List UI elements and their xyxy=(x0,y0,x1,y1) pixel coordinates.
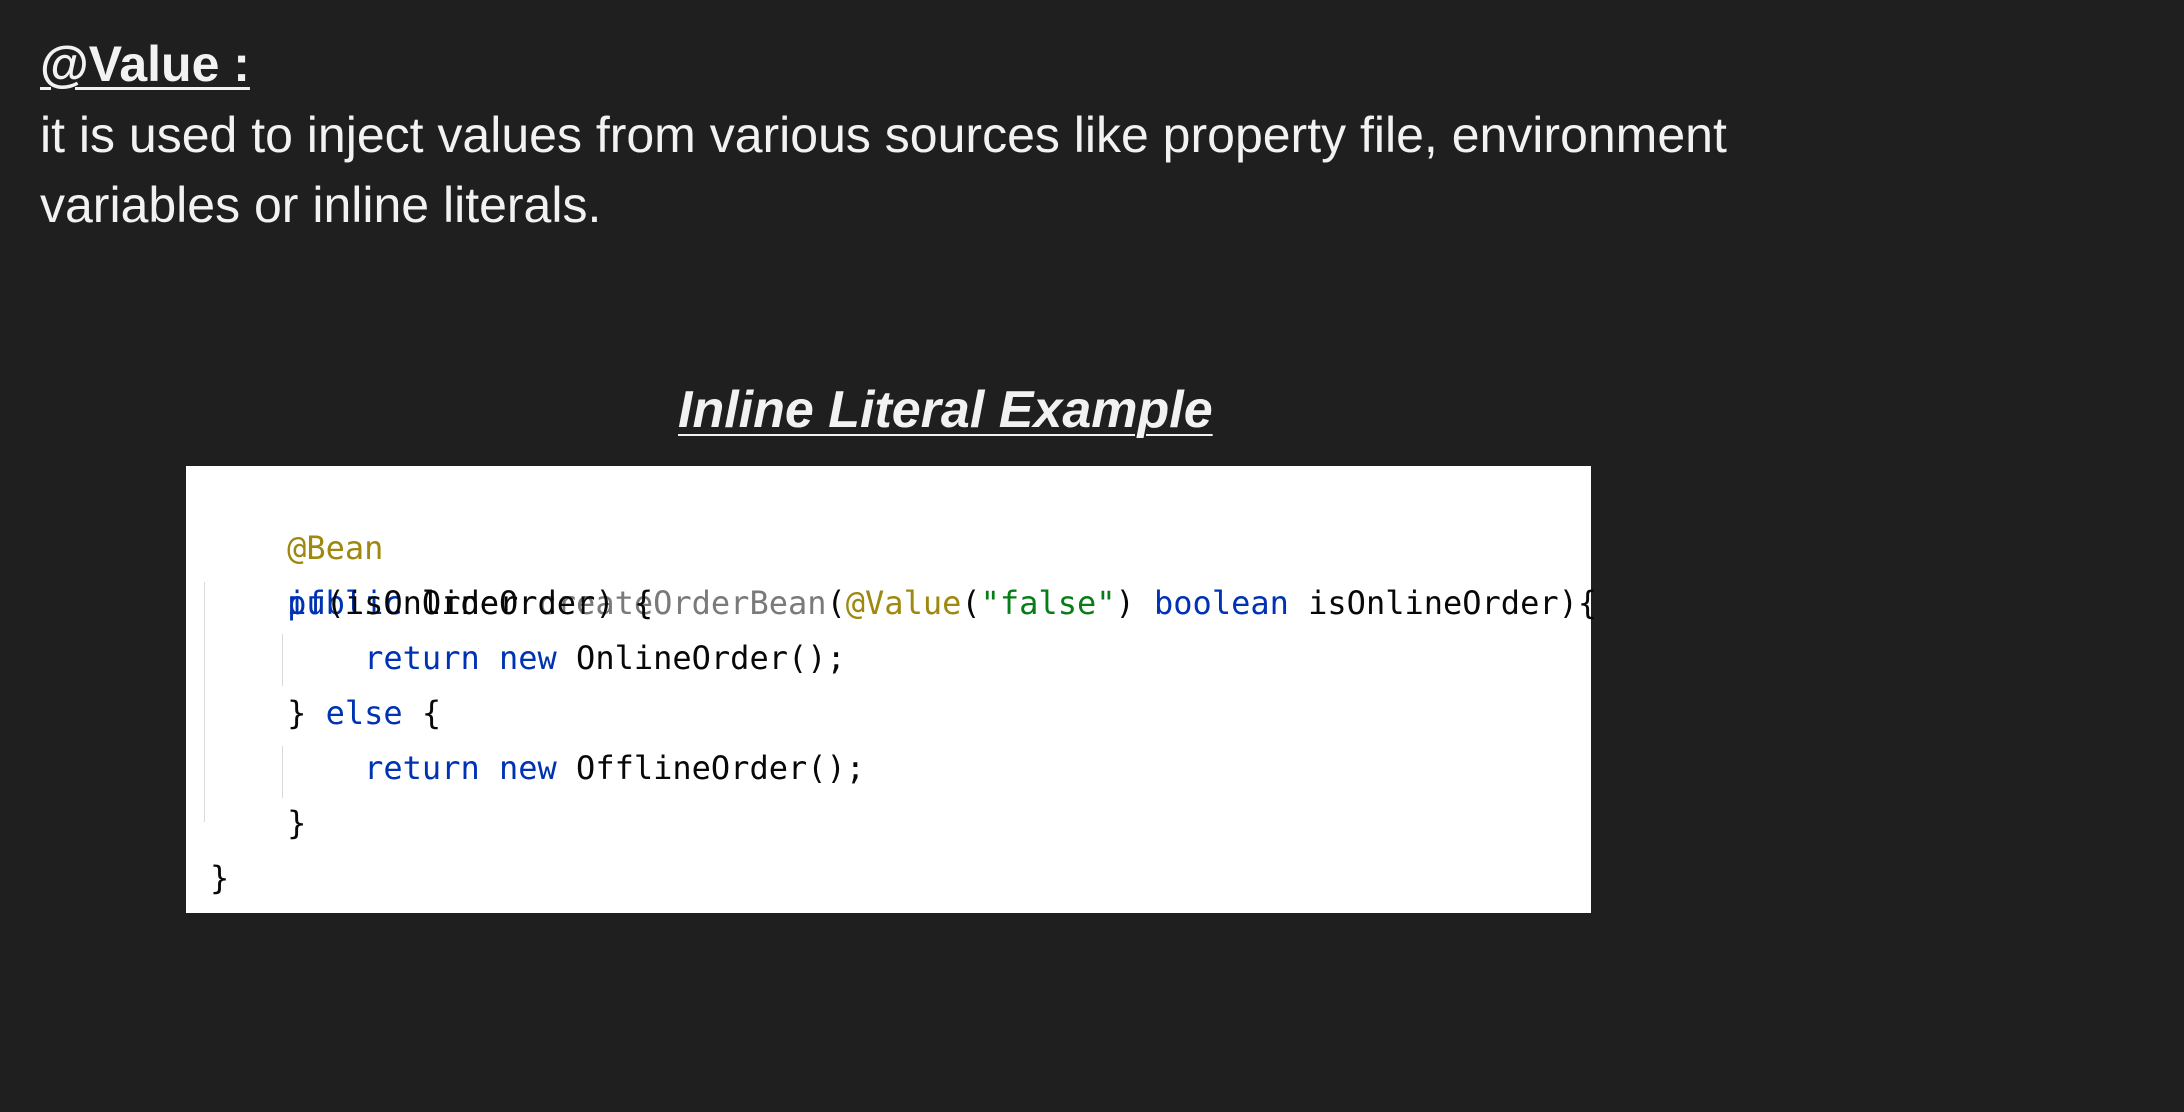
indent-guide-outer xyxy=(204,582,205,822)
code-annotation-value: @Value xyxy=(845,584,962,622)
code-else-brace: { xyxy=(402,694,442,732)
example-title: Inline Literal Example xyxy=(678,381,1213,439)
code-line-1: @Bean xyxy=(210,466,383,567)
code-brace-close: } xyxy=(287,694,326,732)
code-paren-close: ) xyxy=(1115,584,1155,622)
code-block: @Bean public Order createOrderBean(@Valu… xyxy=(186,466,1597,913)
code-line-3: if(isOnlineOrder) { xyxy=(210,576,653,631)
code-keyword-else: else xyxy=(325,694,403,732)
code-brace-close: } xyxy=(287,804,307,842)
slide-description: it is used to inject values from various… xyxy=(40,107,1727,233)
code-keyword-new: new xyxy=(479,639,557,677)
code-keyword-return: return xyxy=(364,749,480,787)
code-brace-close: } xyxy=(210,859,230,897)
code-paren-open: ( xyxy=(826,584,846,622)
slide-heading: @Value : xyxy=(40,36,250,92)
code-line-4: return new OnlineOrder(); xyxy=(210,631,846,686)
code-line-2: public Order createOrderBean(@Value("fal… xyxy=(210,521,1597,622)
code-if-condition: (isOnlineOrder) { xyxy=(325,584,654,622)
code-offline-order: OfflineOrder(); xyxy=(556,749,866,787)
code-line-5: } else { xyxy=(210,686,441,741)
code-online-order: OnlineOrder(); xyxy=(556,639,846,677)
code-line-8: } xyxy=(210,851,249,906)
code-string-false: "false" xyxy=(980,584,1116,622)
code-keyword-new: new xyxy=(479,749,557,787)
code-keyword-if: if xyxy=(287,584,326,622)
code-keyword-return: return xyxy=(364,639,480,677)
code-line-6: return new OfflineOrder(); xyxy=(210,741,865,796)
code-line-7: } xyxy=(210,796,306,851)
code-keyword-boolean: boolean xyxy=(1154,584,1289,622)
code-paren-open-2: ( xyxy=(961,584,981,622)
code-param: isOnlineOrder){ xyxy=(1288,584,1598,622)
